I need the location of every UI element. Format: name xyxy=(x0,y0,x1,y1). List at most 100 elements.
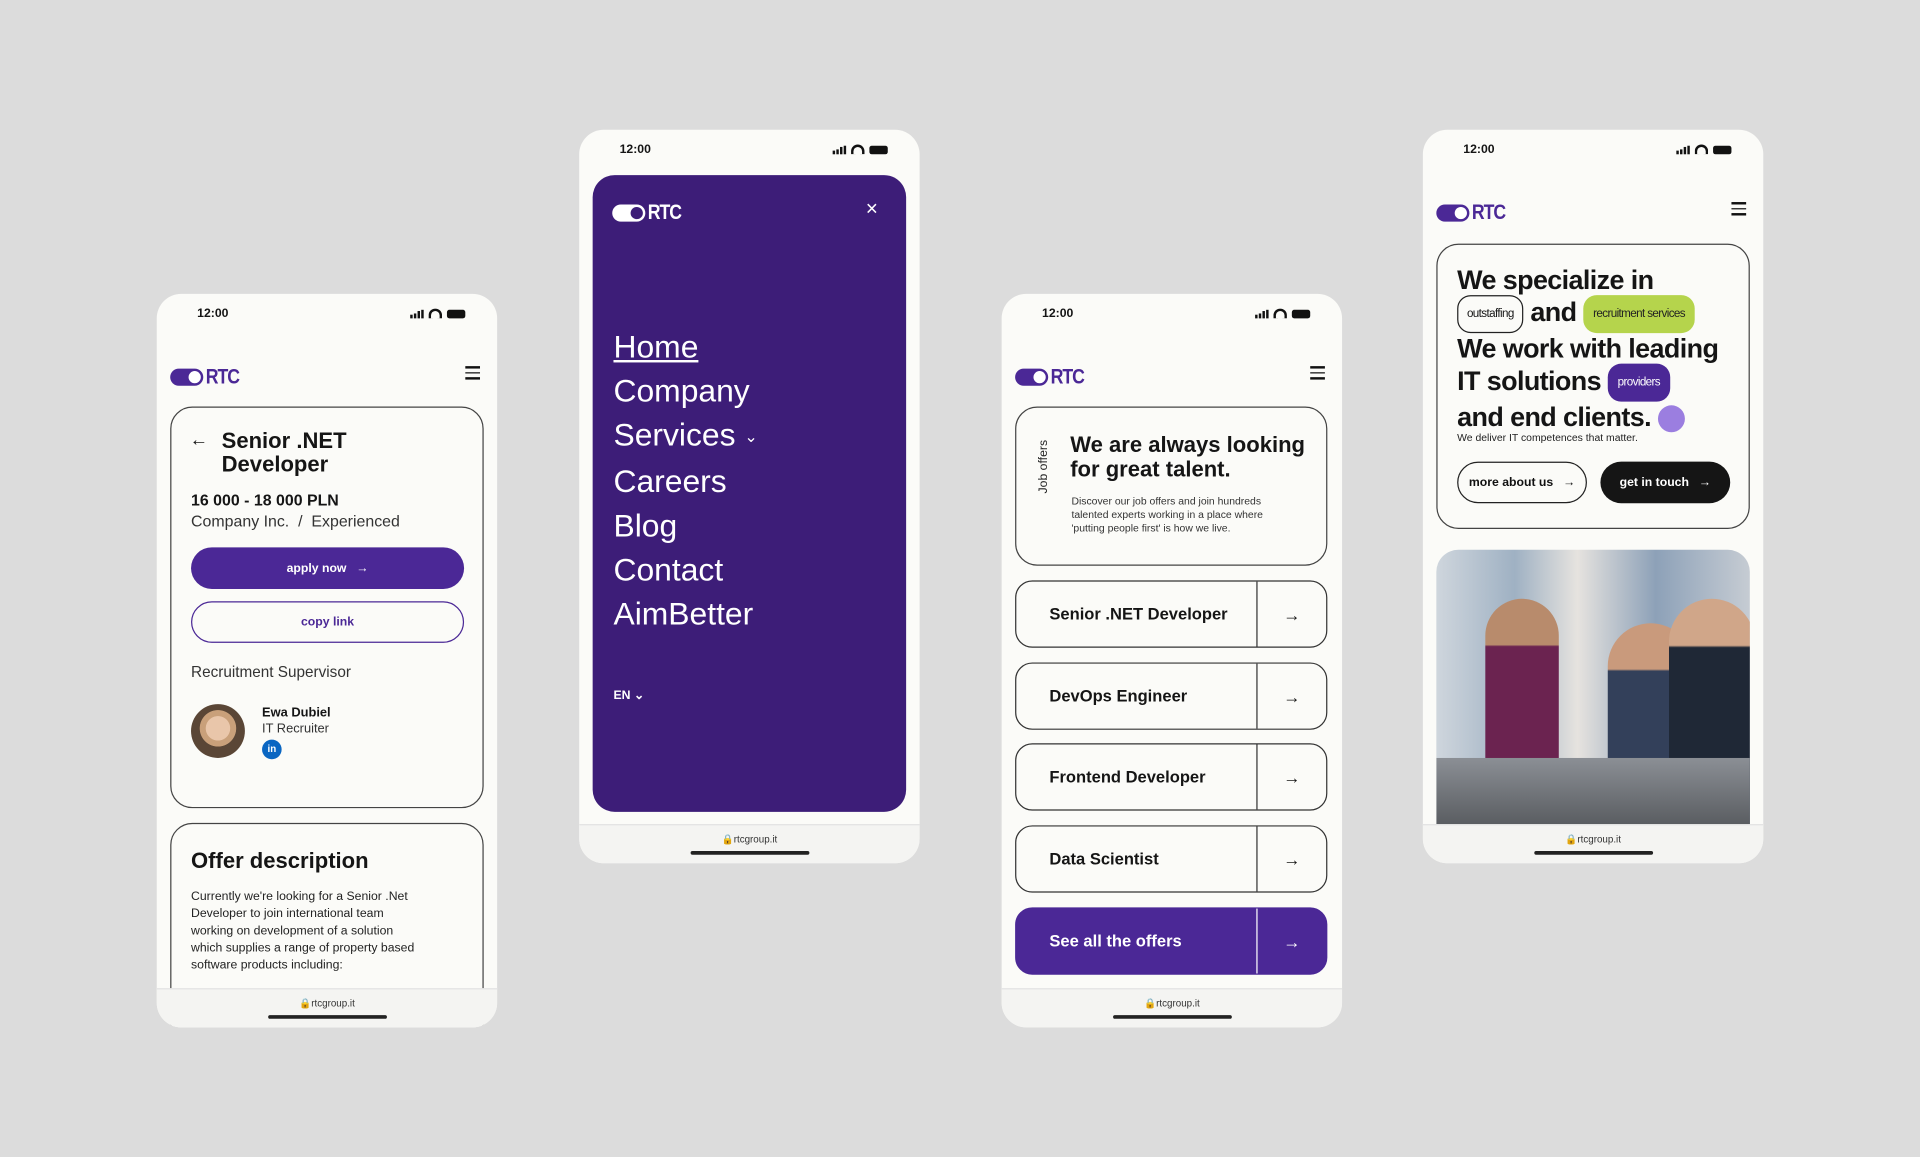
battery-icon xyxy=(446,309,466,318)
hamburger-menu-icon[interactable] xyxy=(1310,366,1325,379)
menu-item-home[interactable]: Home xyxy=(613,324,757,368)
logo-toggle-icon xyxy=(1436,204,1470,222)
battery-icon xyxy=(1291,309,1311,318)
home-indicator[interactable] xyxy=(1112,1015,1232,1019)
phone-job-detail: 12:00 RTC ← Senior .NET Developer 16 000 … xyxy=(156,293,498,1028)
status-icons xyxy=(1676,144,1732,155)
logo[interactable]: RTC xyxy=(612,201,687,225)
menu-item-blog[interactable]: Blog xyxy=(613,503,757,547)
logo-toggle-icon xyxy=(1015,368,1049,386)
back-arrow-icon[interactable]: ← xyxy=(190,430,208,451)
logo-text: RTC xyxy=(1471,200,1506,225)
job-offer-row[interactable]: Senior .NET Developer → xyxy=(1015,580,1328,648)
logo[interactable]: RTC xyxy=(1015,365,1090,389)
signal-icon xyxy=(410,309,424,318)
get-in-touch-button[interactable]: get in touch → xyxy=(1600,461,1731,504)
job-offers-intro-card: Job offers We are always looking for grea… xyxy=(1015,406,1328,566)
status-time: 12:00 xyxy=(1042,307,1074,321)
status-icons xyxy=(410,308,466,319)
menu-item-services[interactable]: Services ⌄ xyxy=(613,413,757,460)
browser-bar: 🔒rtcgroup.it xyxy=(1422,824,1764,864)
supervisor-heading: Recruitment Supervisor xyxy=(191,663,351,681)
hamburger-menu-icon[interactable] xyxy=(1731,202,1747,215)
jobs-description: Discover our job offers and join hundred… xyxy=(1071,494,1263,534)
logo-toggle-icon xyxy=(170,368,204,386)
hero-card: We specialize in outstaffing and recruit… xyxy=(1436,243,1750,529)
status-icons xyxy=(1255,308,1311,319)
arrow-right-icon[interactable]: → xyxy=(1256,826,1326,892)
logo-text: RTC xyxy=(647,200,682,225)
logo-toggle-icon xyxy=(612,204,646,222)
decorative-dot xyxy=(1657,405,1685,433)
home-indicator[interactable] xyxy=(267,1015,387,1019)
menu-item-company[interactable]: Company xyxy=(613,369,757,413)
job-offer-row[interactable]: DevOps Engineer → xyxy=(1015,662,1328,730)
phone-menu: 12:00 RTC × Home Company Services ⌄ Care… xyxy=(579,129,920,864)
signal-icon xyxy=(1255,309,1269,318)
signal-icon xyxy=(832,145,847,154)
logo[interactable]: RTC xyxy=(170,365,245,389)
url-label[interactable]: 🔒rtcgroup.it xyxy=(1423,834,1763,845)
status-time: 12:00 xyxy=(1463,143,1495,157)
close-icon[interactable]: × xyxy=(866,197,878,221)
job-offer-row[interactable]: Data Scientist → xyxy=(1015,825,1328,893)
menu-item-contact[interactable]: Contact xyxy=(613,548,757,592)
arrow-right-icon: → xyxy=(1698,475,1712,490)
hero-subtitle: We deliver IT competences that matter. xyxy=(1457,431,1638,444)
offer-title: Offer description xyxy=(191,848,369,874)
battery-icon xyxy=(869,145,888,154)
job-meta: Company Inc. / Experienced xyxy=(191,511,400,531)
logo-text: RTC xyxy=(1050,364,1085,389)
status-time: 12:00 xyxy=(619,143,651,157)
more-about-us-button[interactable]: more about us → xyxy=(1457,461,1587,504)
menu-item-careers[interactable]: Careers xyxy=(613,459,757,503)
battery-icon xyxy=(1713,145,1732,154)
chevron-down-icon: ⌄ xyxy=(633,689,645,703)
wifi-icon xyxy=(1273,308,1287,319)
jobs-heading: We are always looking for great talent. xyxy=(1070,432,1306,482)
nav-menu: Home Company Services ⌄ Careers Blog Con… xyxy=(613,324,757,635)
section-label: Job offers xyxy=(1037,439,1051,494)
recruiter-avatar xyxy=(191,704,245,758)
salary: 16 000 - 18 000 PLN xyxy=(191,491,339,510)
arrow-right-icon[interactable]: → xyxy=(1256,744,1326,810)
status-time: 12:00 xyxy=(197,307,229,321)
tag-outstaffing: outstaffing xyxy=(1457,295,1524,334)
recruiter-role: IT Recruiter xyxy=(262,721,329,736)
arrow-right-icon: → xyxy=(1563,475,1576,490)
tag-recruitment-services: recruitment services xyxy=(1583,295,1695,334)
menu-panel: RTC × Home Company Services ⌄ Careers Bl… xyxy=(592,175,907,812)
arrow-right-icon: → xyxy=(1256,908,1326,974)
copy-link-button[interactable]: copy link xyxy=(191,601,465,643)
logo-text: RTC xyxy=(205,364,240,389)
signal-icon xyxy=(1676,145,1690,154)
hero-heading: We specialize in outstaffing and recruit… xyxy=(1457,264,1719,433)
tag-providers: providers xyxy=(1607,363,1670,402)
menu-item-aimbetter[interactable]: AimBetter xyxy=(613,592,757,636)
browser-bar: 🔒rtcgroup.it xyxy=(156,988,498,1028)
status-icons xyxy=(832,144,888,155)
job-offer-row[interactable]: Frontend Developer → xyxy=(1015,743,1328,811)
browser-bar: 🔒rtcgroup.it xyxy=(579,824,920,864)
url-label[interactable]: 🔒rtcgroup.it xyxy=(1002,998,1342,1009)
arrow-right-icon[interactable]: → xyxy=(1256,581,1326,647)
logo[interactable]: RTC xyxy=(1436,201,1511,225)
home-indicator[interactable] xyxy=(1533,851,1653,855)
arrow-right-icon[interactable]: → xyxy=(1256,663,1326,729)
hamburger-menu-icon[interactable] xyxy=(465,366,481,379)
job-card: ← Senior .NET Developer 16 000 - 18 000 P… xyxy=(170,406,484,809)
url-label[interactable]: 🔒rtcgroup.it xyxy=(157,998,497,1009)
linkedin-icon[interactable]: in xyxy=(262,739,282,760)
apply-now-button[interactable]: apply now → xyxy=(191,547,465,589)
language-select[interactable]: EN ⌄ xyxy=(613,689,644,702)
wifi-icon xyxy=(851,144,865,155)
arrow-right-icon: → xyxy=(356,561,369,575)
see-all-offers-button[interactable]: See all the offers → xyxy=(1015,907,1328,975)
phone-home: 12:00 RTC We specialize in outstaffing a… xyxy=(1422,129,1764,864)
phone-job-offers: 12:00 RTC Job offers We are always looki… xyxy=(1001,293,1343,1028)
chevron-down-icon: ⌄ xyxy=(744,427,758,446)
url-label[interactable]: 🔒rtcgroup.it xyxy=(579,834,919,845)
offer-text: Currently we're looking for a Senior .Ne… xyxy=(191,890,415,973)
wifi-icon xyxy=(1694,144,1709,155)
home-indicator[interactable] xyxy=(690,851,809,855)
